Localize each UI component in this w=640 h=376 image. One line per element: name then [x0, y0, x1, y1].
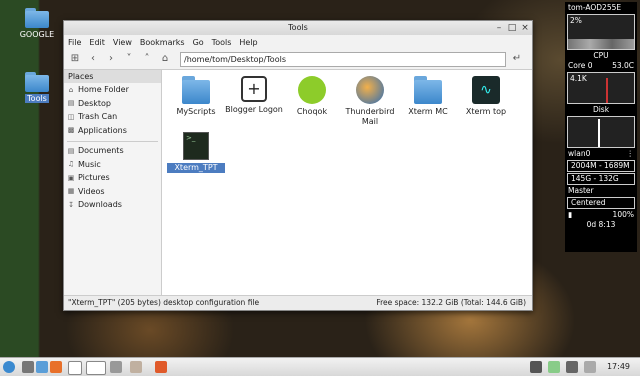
home-icon[interactable]: ⌂ [158, 52, 172, 66]
firefox-icon[interactable] [50, 361, 62, 373]
disk-usage: 145G - 132G [571, 174, 619, 183]
trash-icon: ◫ [67, 112, 75, 121]
desktop: GOOGLE Tools Tools – □ × File Edit View … [0, 0, 640, 357]
menu-edit[interactable]: Edit [89, 38, 105, 47]
battery-tray-icon[interactable] [548, 361, 560, 373]
menu-go[interactable]: Go [193, 38, 204, 47]
go-icon[interactable]: ↵ [510, 52, 524, 66]
network-icon[interactable] [530, 361, 542, 373]
battery-row: ▮ 100% [568, 210, 634, 219]
monitor-icon: ∿ [472, 76, 500, 104]
uptime: 0d 8:13 [586, 220, 616, 229]
sidebar-item-pictures[interactable]: ▣ Pictures [64, 171, 161, 185]
taskbar-app-icon[interactable] [110, 361, 122, 373]
menu-help[interactable]: Help [239, 38, 257, 47]
system-monitor-widget: tom-AOD255E 2% CPU Core 0 53.0C 4.1K Disk… [565, 2, 637, 252]
menu-bar: File Edit View Bookmarks Go Tools Help [64, 35, 532, 49]
sidebar-header: Places [64, 70, 161, 83]
menu-view[interactable]: View [113, 38, 132, 47]
desktop-icon-google[interactable]: GOOGLE [17, 8, 57, 39]
file-manager-window[interactable]: Tools – □ × File Edit View Bookmarks Go … [63, 20, 533, 311]
file-item[interactable]: Choqok [283, 76, 341, 117]
file-item[interactable]: + Blogger Logon [225, 76, 283, 115]
status-selection: "Xterm_TPT" (205 bytes) desktop configur… [68, 298, 260, 307]
file-item[interactable]: MyScripts [167, 76, 225, 117]
places-sidebar: Places ⌂ Home Folder ▤ Desktop ◫ Trash Can … [64, 70, 162, 296]
forward-icon[interactable]: › [104, 52, 118, 66]
thunderbird-icon [356, 76, 384, 104]
blogger-icon: + [241, 76, 267, 102]
window-switcher-icon[interactable] [86, 361, 106, 375]
memory-usage: 2004M - 1689M [571, 161, 630, 170]
disk-graph [568, 117, 634, 147]
desktop-icon: ▤ [67, 99, 75, 108]
battery-icon: ▮ [568, 210, 573, 219]
sidebar-item-desktop[interactable]: ▤ Desktop [64, 97, 161, 111]
show-desktop-icon[interactable] [22, 361, 34, 373]
sidebar-item-trash[interactable]: ◫ Trash Can [64, 110, 161, 124]
documents-icon: ▤ [67, 146, 75, 155]
desktop-icon-label: Tools [25, 94, 49, 103]
up-icon[interactable]: ˄ [140, 52, 154, 66]
sidebar-item-music[interactable]: ♫ Music [64, 158, 161, 172]
memory-graph: 4.1K [568, 73, 634, 103]
sidebar-item-applications[interactable]: ▩ Applications [64, 124, 161, 138]
file-item[interactable]: Xterm MC [399, 76, 457, 117]
folder-icon [182, 76, 210, 104]
volume-icon[interactable] [566, 361, 578, 373]
status-bar: "Xterm_TPT" (205 bytes) desktop configur… [64, 295, 532, 310]
tray-icon[interactable] [584, 361, 596, 373]
toolbar: ⊞ ‹ › ˅ ˄ ⌂ /home/tom/Desktop/Tools ↵ [64, 49, 532, 70]
choqok-icon [298, 76, 326, 104]
new-tab-icon[interactable]: ⊞ [68, 52, 82, 66]
minimize-button[interactable]: – [494, 23, 504, 33]
sidebar-item-documents[interactable]: ▤ Documents [64, 144, 161, 158]
disk-label: Disk [592, 105, 610, 114]
downloads-icon: ↧ [68, 200, 74, 209]
host-name: tom-AOD255E [568, 3, 622, 12]
folder-icon [25, 72, 49, 92]
file-item[interactable]: ∿ Xterm top [457, 76, 515, 117]
file-item[interactable]: Thunderbird Mail [341, 76, 399, 127]
volume-mode: Centered [571, 198, 606, 207]
sidebar-item-downloads[interactable]: ↧ Downloads [64, 198, 161, 212]
back-icon[interactable]: ‹ [86, 52, 100, 66]
file-item[interactable]: >_ Xterm_TPT [167, 132, 225, 173]
core-row: Core 0 53.0C [568, 61, 634, 70]
folder-icon [414, 76, 442, 104]
window-title: Tools [288, 23, 308, 32]
menu-bookmarks[interactable]: Bookmarks [140, 38, 185, 47]
maximize-button[interactable]: □ [507, 23, 517, 33]
cpu-label: CPU [593, 51, 609, 60]
status-free-space: Free space: 132.2 GiB (Total: 144.6 GiB) [376, 298, 526, 307]
menu-tools[interactable]: Tools [212, 38, 232, 47]
taskbar: 17:49 [0, 357, 640, 376]
pictures-icon: ▣ [67, 173, 75, 182]
path-input[interactable]: /home/tom/Desktop/Tools [180, 51, 506, 67]
music-icon: ♫ [67, 160, 75, 169]
applications-icon: ▩ [67, 126, 75, 135]
desktop-icon-label: GOOGLE [19, 30, 55, 39]
file-view[interactable]: MyScripts + Blogger Logon Choqok Thunder… [162, 70, 532, 296]
history-icon[interactable]: ˅ [122, 52, 136, 66]
videos-icon: ▦ [67, 187, 75, 196]
start-menu-icon[interactable] [3, 361, 15, 373]
network-row: wlan0 ⋮ [568, 149, 634, 158]
terminal-icon: >_ [183, 132, 209, 160]
sidebar-item-videos[interactable]: ▦ Videos [64, 185, 161, 199]
menu-file[interactable]: File [68, 38, 81, 47]
cpu-graph: 2% [568, 15, 634, 49]
folder-icon [25, 8, 49, 28]
volume-label: Master [568, 186, 594, 195]
workspace-icon[interactable] [68, 361, 82, 375]
taskbar-app-icon[interactable] [130, 361, 142, 373]
title-bar[interactable]: Tools – □ × [64, 21, 532, 35]
taskbar-app-icon[interactable] [155, 361, 167, 373]
clock[interactable]: 17:49 [607, 362, 630, 371]
desktop-icon-tools[interactable]: Tools [17, 72, 57, 103]
sidebar-item-home[interactable]: ⌂ Home Folder [64, 83, 161, 97]
home-icon: ⌂ [68, 85, 74, 94]
files-launcher-icon[interactable] [36, 361, 48, 373]
close-button[interactable]: × [520, 23, 530, 33]
